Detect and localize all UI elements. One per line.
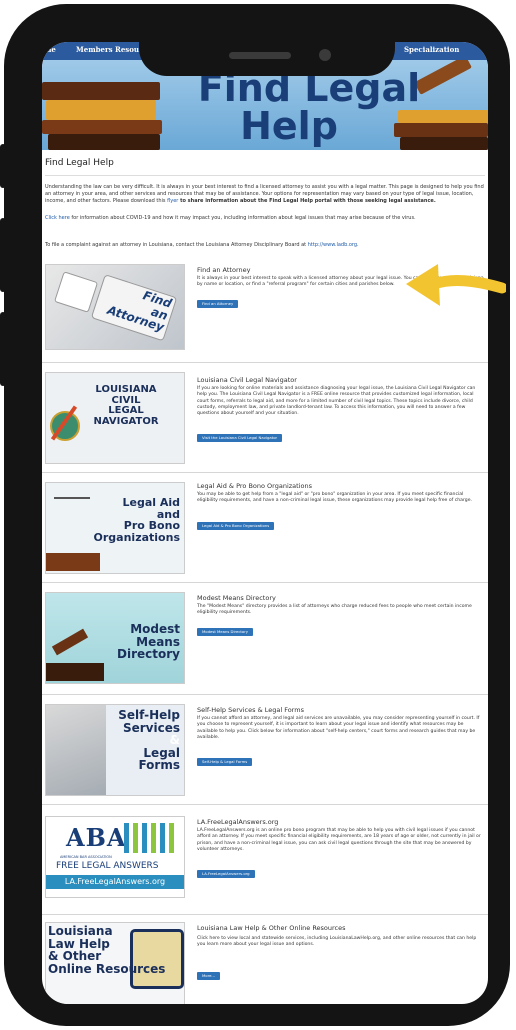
- gavel-icon: [51, 628, 89, 656]
- free-legal-answers-label: FREE LEGAL ANSWERS: [56, 861, 159, 871]
- section-legal-aid: Legal Aid and Pro Bono Organizations Legal …: [42, 482, 488, 582]
- section-divider: [42, 914, 488, 915]
- free-legal-answers-image: ABA AMERICAN BAR ASSOCIATION FREE LEGAL …: [45, 816, 185, 898]
- section-title: Self-Help Services & Legal Forms: [197, 706, 304, 714]
- volume-down-button: [0, 312, 6, 386]
- section-title: Louisiana Law Help & Other Online Resour…: [197, 924, 346, 932]
- section-title: Modest Means Directory: [197, 594, 276, 602]
- covid-text: for information about COVID-19 and how i…: [69, 215, 416, 221]
- section-divider: [42, 804, 488, 805]
- section-divider: [42, 694, 488, 695]
- intro-paragraph: Understanding the law can be very diffic…: [45, 184, 485, 205]
- section-civil-legal-navigator: LOUISIANA CIVIL LEGAL NAVIGATOR Louisiana C…: [42, 372, 488, 472]
- civil-navigator-image-text: LOUISIANA CIVIL LEGAL NAVIGATOR: [93, 384, 159, 427]
- ladb-link[interactable]: http://www.ladb.org: [308, 242, 357, 248]
- volume-up-button: [0, 218, 6, 292]
- section-description: LA.FreeLegalAnswers.org is an online pro…: [197, 828, 481, 852]
- aba-subtitle: AMERICAN BAR ASSOCIATION: [60, 855, 112, 859]
- section-modest-means: Modest Means Directory Modest Means Direct…: [42, 592, 488, 692]
- modest-means-button[interactable]: Modest Means Directory: [197, 628, 254, 636]
- self-help-image-text: Self-Help Services & Legal Forms: [118, 708, 180, 773]
- self-help-button[interactable]: Self-Help & Legal Forms: [197, 758, 253, 766]
- find-attorney-image: Find an Attorney: [45, 264, 185, 350]
- legal-aid-image: Legal Aid and Pro Bono Organizations: [45, 482, 185, 574]
- title-divider: [45, 175, 485, 176]
- speaker-grille: [229, 52, 291, 59]
- modest-means-image-text: Modest Means Directory: [117, 622, 180, 662]
- free-legal-answers-url: LA.FreeLegalAnswers.org: [46, 875, 184, 889]
- section-description: You may be able to get help from a "lega…: [197, 492, 472, 504]
- phone-notch: [139, 18, 395, 76]
- raised-hands-graphic: [124, 823, 176, 853]
- scales-icon: [54, 497, 90, 529]
- complaint-text: To file a complaint against an attorney …: [45, 242, 308, 248]
- section-self-help: Self-Help Services & Legal Forms Self-Help S…: [42, 704, 488, 804]
- section-title: Louisiana Civil Legal Navigator: [197, 376, 297, 384]
- intro-text-end: to share information about the Find Lega…: [178, 198, 436, 204]
- aba-logo: ABA: [66, 823, 127, 852]
- section-title: Legal Aid & Pro Bono Organizations: [197, 482, 312, 490]
- page-title: Find Legal Help: [45, 158, 114, 168]
- book-stack-graphic: [46, 663, 104, 681]
- nav-item-home[interactable]: me: [44, 45, 56, 54]
- law-help-image: Louisiana Law Help & Other Online Resources: [45, 922, 185, 1004]
- complaint-end: .: [357, 242, 359, 248]
- civil-navigator-image: LOUISIANA CIVIL LEGAL NAVIGATOR: [45, 372, 185, 464]
- free-legal-answers-button[interactable]: LA.FreeLegalAnswers.org: [197, 870, 255, 878]
- flyer-link[interactable]: flyer: [167, 198, 178, 204]
- legal-aid-button[interactable]: Legal Aid & Pro Bono Organizations: [197, 522, 275, 530]
- section-divider: [42, 472, 488, 473]
- law-help-image-text: Louisiana Law Help & Other Online Resources: [48, 924, 166, 976]
- section-divider: [42, 362, 488, 363]
- phone-side-button: [0, 144, 6, 188]
- section-description: Click here to view local and statewide s…: [197, 936, 477, 948]
- section-description: If you are looking for online materials …: [197, 386, 476, 417]
- hero-title-line2: Help: [240, 104, 338, 148]
- front-camera: [319, 49, 331, 61]
- covid-link[interactable]: Click here: [45, 215, 70, 221]
- more-button[interactable]: More...: [197, 972, 221, 980]
- phone-frame: me Members Resources Specialization Find…: [0, 4, 510, 1026]
- section-title: Find an Attorney: [197, 266, 251, 274]
- section-divider: [42, 582, 488, 583]
- complaint-paragraph: To file a complaint against an attorney …: [45, 242, 485, 249]
- nav-item-specialization[interactable]: Specialization: [404, 45, 459, 54]
- self-help-image: Self-Help Services & Legal Forms: [45, 704, 185, 796]
- phone-screen: me Members Resources Specialization Find…: [42, 42, 488, 1004]
- civil-navigator-button[interactable]: Visit the Louisiana Civil Legal Navigato…: [197, 434, 283, 442]
- section-louisiana-law-help: Louisiana Law Help & Other Online Resources…: [42, 922, 488, 1004]
- section-title: LA.FreeLegalAnswers.org: [197, 818, 279, 826]
- yellow-arrow-icon: [406, 264, 506, 306]
- section-free-legal-answers: ABA AMERICAN BAR ASSOCIATION FREE LEGAL …: [42, 816, 488, 916]
- section-description: The "Modest Means" directory provides a …: [197, 604, 472, 616]
- covid-paragraph: Click here for information about COVID-1…: [45, 215, 485, 222]
- section-description: If you cannot afford an attorney, and le…: [197, 716, 480, 740]
- book-stack-graphic: [46, 553, 100, 571]
- modest-means-image: Modest Means Directory: [45, 592, 185, 684]
- find-attorney-button[interactable]: Find an Attorney: [197, 300, 239, 308]
- legal-aid-image-text: Legal Aid and Pro Bono Organizations: [93, 496, 180, 544]
